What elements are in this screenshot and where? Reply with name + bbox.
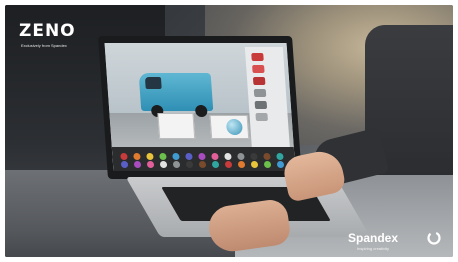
color-swatch-dot [198,161,207,168]
color-swatch-dot [159,153,167,160]
zeno-logo: ZENO [19,21,76,41]
panel-swatch [252,65,265,73]
van-wheel [194,105,208,117]
color-swatch-dot [133,153,141,160]
color-swatch-dot [237,161,246,168]
spandex-swirl-icon [427,231,441,245]
color-swatch-dot [224,161,233,168]
color-swatch-dot [185,161,194,168]
color-swatch-dot [276,161,285,168]
color-swatch-dot [198,153,206,160]
laptop-screen [104,43,296,171]
info-popup [157,113,196,139]
color-swatch-dot [211,153,219,160]
color-swatch-dot [276,153,284,160]
color-swatch-dot [185,153,193,160]
panel-swatch [251,53,264,61]
spandex-logo: Spandex [348,231,399,245]
photo-frame: ZENO Exclusively from Spandex Spandex In… [5,5,453,257]
color-swatch-dot [120,153,128,160]
color-swatch-dot [120,161,129,168]
color-swatch-dot [263,161,272,168]
color-swatch-dot [146,153,154,160]
spandex-tagline: Inspiring creativity [357,246,390,251]
color-swatch-dot [237,153,245,160]
panel-swatch [254,101,268,109]
panel-swatch [253,89,267,97]
color-swatch-dot [224,153,232,160]
panel-swatch [252,77,266,85]
panel-swatch [255,113,268,121]
color-swatch-dot [133,161,142,168]
color-swatch-dot [146,161,155,168]
color-swatch-dot [159,161,168,168]
swatch-panel [244,47,290,147]
color-swatch-dot [172,153,180,160]
color-swatch-dot [172,161,181,168]
color-swatch-dot [250,153,258,160]
color-swatch-dot [263,153,271,160]
van-window [144,77,162,89]
color-sphere [225,119,243,135]
color-swatch-dot [211,161,220,168]
color-swatch-dot [250,161,259,168]
zeno-tagline: Exclusively from Spandex [21,43,67,48]
